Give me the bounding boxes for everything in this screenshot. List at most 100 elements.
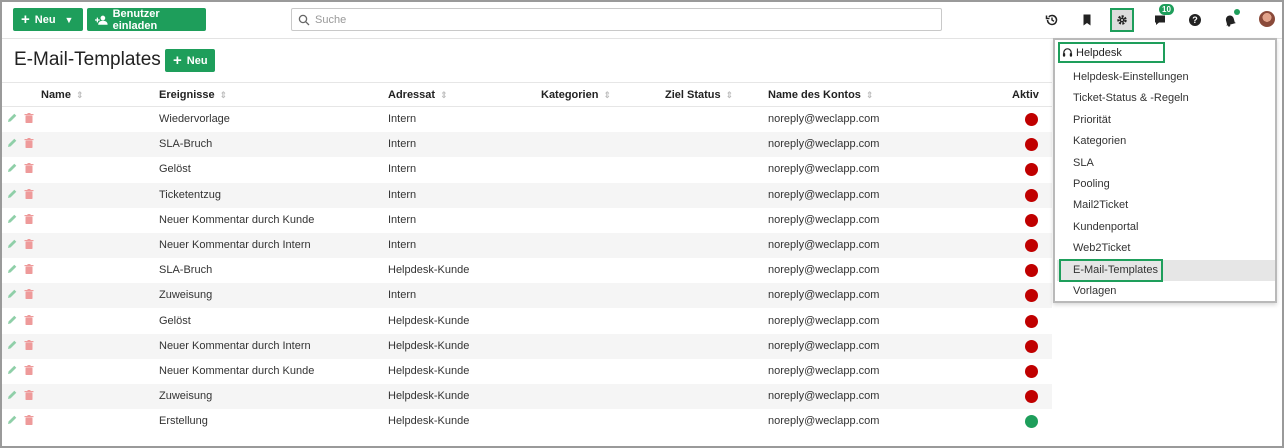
event-cell: Zuweisung [159, 390, 213, 403]
edit-icon[interactable] [6, 137, 18, 149]
recipient-cell: Intern [388, 213, 417, 226]
table-row[interactable]: Neuer Kommentar durch Kunde Intern noreply… [2, 208, 1052, 233]
dropdown-item[interactable]: Kundenportal [1073, 217, 1138, 238]
account-cell: noreply@weclapp.com [768, 188, 880, 201]
settings-button[interactable] [1110, 8, 1134, 32]
active-status-indicator [1025, 188, 1038, 202]
table-row[interactable]: Zuweisung Helpdesk-Kunde noreply@weclapp.c… [2, 384, 1052, 410]
account-cell: noreply@weclapp.com [768, 314, 880, 327]
edit-icon[interactable] [6, 364, 18, 376]
delete-icon[interactable] [23, 263, 35, 275]
help-icon: ? [1189, 14, 1201, 26]
notification-dot [1234, 9, 1240, 15]
edit-icon[interactable] [6, 162, 18, 174]
delete-icon[interactable] [23, 188, 35, 200]
dropdown-item[interactable]: Web2Ticket [1073, 238, 1130, 259]
recipient-cell: Intern [388, 239, 417, 251]
event-cell: Zuweisung [159, 289, 213, 302]
active-status-indicator [1025, 314, 1038, 328]
edit-icon[interactable] [6, 288, 18, 300]
delete-icon[interactable] [23, 364, 35, 376]
history-button[interactable] [1040, 8, 1064, 32]
account-cell: noreply@weclapp.com [768, 365, 880, 377]
table-row[interactable]: Neuer Kommentar durch Kunde Helpdesk-Kund… [2, 359, 1052, 384]
delete-icon[interactable] [23, 162, 35, 174]
delete-icon[interactable] [23, 213, 35, 225]
delete-icon[interactable] [23, 414, 35, 426]
search-input[interactable]: Suche [291, 8, 942, 31]
svg-text:?: ? [1192, 15, 1198, 25]
event-cell: Gelöst [159, 163, 191, 176]
table-row[interactable]: Erstellung Helpdesk-Kunde noreply@weclapp.… [2, 409, 1052, 434]
bookmark-icon [1083, 14, 1091, 26]
user-plus-icon [95, 15, 108, 25]
row-actions [6, 389, 35, 401]
delete-icon[interactable] [23, 238, 35, 250]
dropdown-header-helpdesk[interactable]: Helpdesk [1058, 42, 1165, 63]
plus-icon: + [21, 11, 30, 28]
dropdown-item[interactable]: Pooling [1073, 174, 1110, 195]
add-template-button[interactable]: + Neu [165, 49, 215, 72]
recipient-cell: Helpdesk-Kunde [388, 339, 470, 352]
active-status-indicator [1025, 138, 1038, 152]
delete-icon[interactable] [23, 339, 35, 351]
invite-user-button[interactable]: Benutzer einladen [87, 8, 206, 32]
avatar[interactable] [1259, 11, 1275, 27]
table-row[interactable]: Wiedervorlage Intern noreply@weclapp.com [2, 107, 1052, 132]
delete-icon[interactable] [23, 288, 35, 300]
edit-icon[interactable] [6, 414, 18, 426]
column-header-target-status[interactable]: Ziel Status ⇕ [665, 89, 733, 101]
table-row[interactable]: SLA-Bruch Helpdesk-Kunde noreply@weclapp.c… [2, 258, 1052, 283]
column-header-categories[interactable]: Kategorien ⇕ [541, 89, 611, 101]
edit-icon[interactable] [6, 238, 18, 250]
edit-icon[interactable] [6, 389, 18, 401]
notifications-button[interactable] [1218, 8, 1242, 32]
table-row[interactable]: Gelöst Intern noreply@weclapp.com [2, 157, 1052, 182]
account-cell: noreply@weclapp.com [768, 113, 880, 125]
table-row[interactable]: Ticketentzug Intern noreply@weclapp.com [2, 182, 1052, 208]
edit-icon[interactable] [6, 213, 18, 225]
dropdown-item[interactable]: SLA [1073, 153, 1094, 174]
table-row[interactable]: Neuer Kommentar durch Intern Intern norepl… [2, 233, 1052, 258]
dropdown-item[interactable]: Ticket-Status & -Regeln [1073, 88, 1189, 109]
dropdown-item[interactable]: Priorität [1073, 110, 1111, 131]
new-button[interactable]: + Neu ▼ [13, 8, 83, 31]
recipient-cell: Helpdesk-Kunde [388, 264, 470, 277]
edit-icon[interactable] [6, 263, 18, 275]
dropdown-item[interactable]: Kategorien [1073, 131, 1126, 152]
bookmark-button[interactable] [1075, 8, 1099, 32]
bell-icon [1225, 15, 1236, 27]
search-icon [298, 14, 310, 25]
recipient-cell: Helpdesk-Kunde [388, 415, 470, 428]
help-button[interactable]: ? [1183, 8, 1207, 32]
column-label: Ziel Status [665, 89, 721, 101]
dropdown-item[interactable]: Mail2Ticket [1073, 195, 1128, 216]
event-cell: Ticketentzug [159, 188, 221, 201]
dropdown-item[interactable]: Helpdesk-Einstellungen [1073, 67, 1189, 88]
edit-icon[interactable] [6, 314, 18, 326]
column-label: Adressat [388, 89, 436, 101]
active-status-indicator [1025, 365, 1038, 378]
column-header-active[interactable]: Aktiv [1012, 89, 1039, 101]
account-cell: noreply@weclapp.com [768, 339, 880, 352]
table-row[interactable]: Zuweisung Intern noreply@weclapp.com [2, 283, 1052, 309]
event-cell: Neuer Kommentar durch Kunde [159, 365, 315, 377]
edit-icon[interactable] [6, 339, 18, 351]
chat-button[interactable]: 10 [1148, 4, 1174, 32]
dropdown-item[interactable]: Vorlagen [1073, 281, 1116, 302]
sort-icon: ⇕ [75, 89, 84, 100]
column-header-recipient[interactable]: Adressat ⇕ [388, 89, 448, 101]
delete-icon[interactable] [23, 389, 35, 401]
edit-icon[interactable] [6, 188, 18, 200]
delete-icon[interactable] [23, 137, 35, 149]
table-row[interactable]: Gelöst Helpdesk-Kunde noreply@weclapp.com [2, 309, 1052, 334]
column-header-events[interactable]: Ereignisse ⇕ [159, 89, 227, 101]
table-row[interactable]: Neuer Kommentar durch Intern Helpdesk-Kun… [2, 333, 1052, 359]
edit-icon[interactable] [6, 112, 18, 124]
delete-icon[interactable] [23, 314, 35, 326]
table-row[interactable]: SLA-Bruch Intern noreply@weclapp.com [2, 132, 1052, 158]
column-header-account-name[interactable]: Name des Kontos ⇕ [768, 89, 873, 101]
event-cell: Wiedervorlage [159, 113, 230, 125]
column-header-name[interactable]: Name ⇕ [41, 89, 84, 101]
delete-icon[interactable] [23, 112, 35, 124]
